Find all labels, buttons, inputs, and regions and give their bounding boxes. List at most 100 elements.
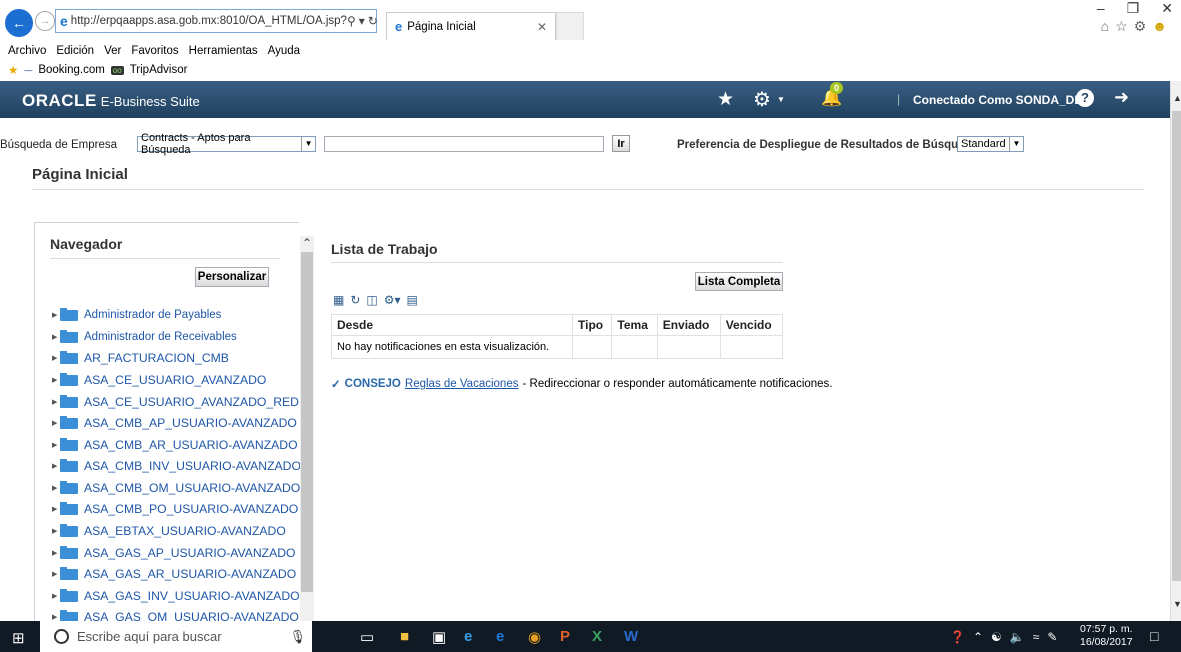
- menu-item[interactable]: Archivo: [8, 45, 46, 57]
- navigator-item[interactable]: ▶ ASA_GAS_INV_USUARIO-AVANZADO: [52, 587, 300, 605]
- scroll-up-icon[interactable]: ▲: [1173, 93, 1181, 103]
- powerpoint-icon[interactable]: P: [560, 628, 570, 645]
- pen-icon[interactable]: ✎: [1047, 630, 1057, 644]
- navigator-item[interactable]: ▶ ASA_GAS_AR_USUARIO-AVANZADO: [52, 565, 296, 583]
- scroll-thumb[interactable]: [1172, 111, 1181, 581]
- expand-icon[interactable]: ▶: [52, 484, 60, 492]
- file-explorer-icon[interactable]: ■: [400, 628, 409, 645]
- smiley-icon[interactable]: ☻: [1152, 18, 1167, 35]
- navigator-scrollbar[interactable]: ⌃: [300, 236, 314, 626]
- favorites-star-icon[interactable]: ★: [8, 63, 18, 77]
- expand-icon[interactable]: ▶: [52, 505, 60, 513]
- detach-icon[interactable]: ◫: [366, 293, 377, 307]
- expand-icon[interactable]: ▶: [52, 570, 60, 578]
- navigator-item[interactable]: ▶ Administrador de Payables: [52, 306, 221, 324]
- menu-item[interactable]: Herramientas: [189, 45, 258, 57]
- navigator-item[interactable]: ▶ ASA_GAS_AP_USUARIO-AVANZADO: [52, 544, 296, 562]
- network-icon[interactable]: ☯: [991, 630, 1002, 644]
- expand-icon[interactable]: ▶: [52, 462, 60, 470]
- expand-icon[interactable]: ▶: [52, 592, 60, 600]
- wifi-icon[interactable]: ≈: [1033, 630, 1040, 644]
- minimize-icon[interactable]: –: [1097, 0, 1105, 18]
- volume-icon[interactable]: 🔈: [1010, 630, 1025, 644]
- pref-select[interactable]: Standard ▼: [957, 136, 1024, 152]
- expand-icon[interactable]: ▶: [52, 549, 60, 557]
- navigator-item[interactable]: ▶ ASA_CMB_INV_USUARIO-AVANZADO: [52, 457, 301, 475]
- column-header[interactable]: Enviado: [656, 314, 721, 336]
- navigator-item[interactable]: ▶ ASA_EBTAX_USUARIO-AVANZADO: [52, 522, 286, 540]
- chevron-down-icon[interactable]: ▼: [1009, 137, 1023, 151]
- navigator-item[interactable]: ▶ ASA_CE_USUARIO_AVANZADO: [52, 371, 266, 389]
- refresh-icon[interactable]: ↻: [350, 293, 360, 307]
- clock[interactable]: 07:57 p. m. 16/08/2017: [1080, 623, 1133, 649]
- menu-item[interactable]: Edición: [56, 45, 94, 57]
- close-window-icon[interactable]: ✕: [1161, 0, 1173, 18]
- notifications-icon[interactable]: □: [1150, 628, 1158, 644]
- help-icon[interactable]: ?: [1076, 89, 1094, 107]
- search-scope-select[interactable]: Contracts - Aptos para Búsqueda ▼: [137, 132, 316, 156]
- expand-icon[interactable]: ▶: [52, 354, 60, 362]
- navigator-item[interactable]: ▶ ASA_CE_USUARIO_AVANZADO_RED: [52, 393, 299, 411]
- logout-icon[interactable]: ➜: [1114, 87, 1129, 108]
- go-button[interactable]: Ir: [612, 135, 630, 152]
- help-icon[interactable]: ❓: [950, 630, 965, 644]
- excel-icon[interactable]: X: [592, 628, 602, 645]
- page-scrollbar[interactable]: ▲ ▼: [1170, 81, 1181, 621]
- menu-item[interactable]: Ver: [104, 45, 121, 57]
- ie-icon[interactable]: e: [496, 628, 504, 645]
- forward-button[interactable]: →: [35, 11, 55, 31]
- gear-icon[interactable]: ⚙: [753, 87, 771, 112]
- chrome-icon[interactable]: ◉: [528, 628, 541, 646]
- chevron-down-icon[interactable]: ▼: [301, 137, 315, 151]
- browser-tab[interactable]: e Página Inicial ✕: [386, 12, 556, 40]
- word-icon[interactable]: W: [624, 628, 638, 645]
- navigator-item[interactable]: ▶ AR_FACTURACION_CMB: [52, 349, 229, 367]
- settings-icon[interactable]: ⚙: [1134, 18, 1147, 35]
- back-button[interactable]: ←: [5, 9, 33, 37]
- navigator-item[interactable]: ▶ ASA_CMB_OM_USUARIO-AVANZADO: [52, 479, 300, 497]
- navigator-item[interactable]: ▶ ASA_CMB_AP_USUARIO-AVANZADO: [52, 414, 297, 432]
- search-input[interactable]: [324, 136, 604, 152]
- chevron-up-icon[interactable]: ⌃: [973, 630, 983, 644]
- columns-icon[interactable]: ▤: [407, 293, 418, 307]
- menu-item[interactable]: Ayuda: [268, 45, 300, 57]
- personalize-button[interactable]: Personalizar: [195, 267, 269, 287]
- column-header[interactable]: Tema: [611, 314, 658, 336]
- favorites-star-icon[interactable]: ★: [717, 88, 734, 111]
- navigator-item[interactable]: ▶ Administrador de Receivables: [52, 328, 237, 346]
- favorite-link[interactable]: TripAdvisor: [130, 64, 188, 76]
- column-header[interactable]: Vencido: [719, 314, 784, 336]
- restore-icon[interactable]: ❐: [1127, 0, 1140, 18]
- navigator-item[interactable]: ▶ ASA_CMB_PO_USUARIO-AVANZADO: [52, 500, 298, 518]
- expand-icon[interactable]: ▶: [52, 419, 60, 427]
- edge-icon[interactable]: e: [464, 628, 472, 645]
- navigator-item[interactable]: ▶ ASA_CMB_AR_USUARIO-AVANZADO: [52, 436, 298, 454]
- search-refresh-icon[interactable]: ⚲▾↻: [347, 14, 381, 28]
- chevron-up-icon[interactable]: ⌃: [302, 236, 312, 250]
- column-header[interactable]: Desde: [331, 314, 573, 336]
- notification-badge[interactable]: 0: [830, 82, 844, 94]
- taskbar-search[interactable]: Escribe aquí para buscar 🎙: [40, 621, 312, 652]
- expand-icon[interactable]: ▶: [52, 527, 60, 535]
- expand-icon[interactable]: ▶: [52, 441, 60, 449]
- scroll-thumb[interactable]: [301, 252, 313, 592]
- full-list-button[interactable]: Lista Completa: [695, 272, 783, 291]
- chevron-down-icon[interactable]: ▼: [777, 95, 785, 104]
- scroll-down-icon[interactable]: ▼: [1173, 599, 1181, 609]
- vacation-rules-link[interactable]: Reglas de Vacaciones: [405, 378, 519, 390]
- microphone-icon[interactable]: 🎙: [289, 629, 306, 645]
- column-header[interactable]: Tipo: [571, 314, 613, 336]
- favorites-star-icon[interactable]: ☆: [1115, 18, 1128, 35]
- expand-icon[interactable]: ▶: [52, 613, 60, 621]
- expand-icon[interactable]: ▶: [52, 398, 60, 406]
- gear-icon[interactable]: ⚙▾: [384, 293, 401, 307]
- windows-start-icon[interactable]: ⊞: [12, 629, 25, 647]
- expand-icon[interactable]: ▶: [52, 376, 60, 384]
- expand-icon[interactable]: ▶: [52, 311, 60, 319]
- new-tab-button[interactable]: [556, 12, 584, 40]
- close-icon[interactable]: ✕: [537, 20, 547, 34]
- home-icon[interactable]: ⌂: [1101, 18, 1109, 35]
- expand-view-icon[interactable]: ▦: [333, 293, 344, 307]
- expand-icon[interactable]: ▶: [52, 333, 60, 341]
- favorite-link[interactable]: Booking.com: [38, 64, 104, 76]
